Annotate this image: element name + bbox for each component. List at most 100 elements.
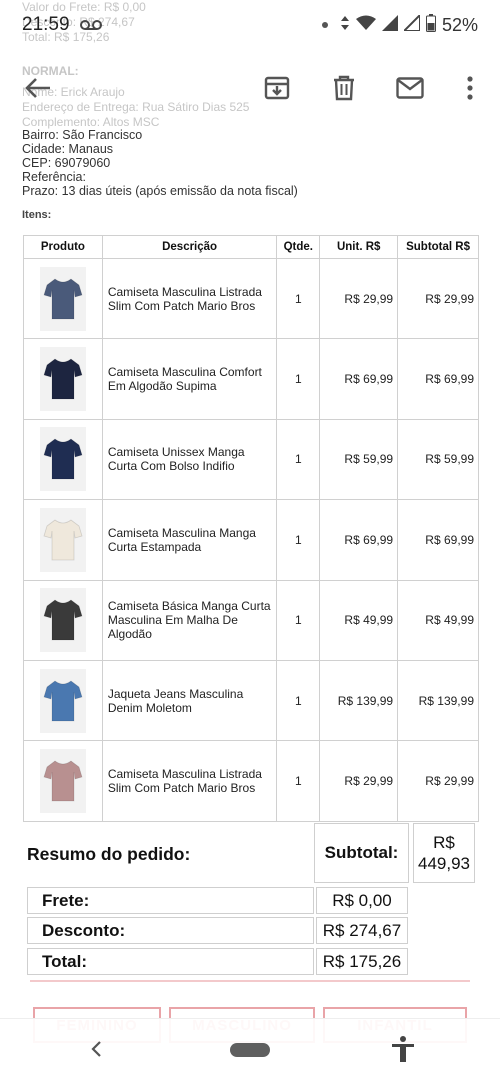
trash-icon	[334, 75, 354, 101]
items-label: Itens:	[22, 209, 52, 221]
product-unit-price: R$ 29,99	[319, 257, 399, 340]
striped-shirt-icon[interactable]	[39, 266, 86, 331]
frete-label-cell: Frete:	[27, 887, 314, 914]
denim-jacket-icon[interactable]	[39, 668, 86, 733]
product-description: Camiseta Masculina Listrada Slim Com Pat…	[101, 257, 278, 340]
product-description: Camiseta Unissex Manga Curta Com Bolso I…	[101, 418, 278, 501]
striped-red-shirt-icon[interactable]	[39, 749, 86, 814]
product-subtotal: R$ 29,99	[397, 740, 479, 822]
model-navy-shirt-icon[interactable]	[39, 347, 86, 412]
header-subtotal: Subtotal R$	[397, 235, 479, 259]
model-dark-shirt-icon[interactable]	[39, 588, 86, 653]
delivery-address: Bairro: São Francisco Cidade: Manaus CEP…	[22, 128, 298, 198]
status-time: 21:59	[22, 14, 70, 35]
subtotal-label: Subtotal:	[324, 843, 399, 862]
table-row: Camiseta Masculina Listrada Slim Com Pat…	[23, 257, 479, 340]
total-label-cell: Total:	[27, 948, 314, 975]
subtotal-label-cell: Subtotal:	[314, 823, 409, 883]
chevron-left-icon	[91, 1041, 101, 1057]
header-descricao: Descrição	[101, 235, 278, 259]
header-produto: Produto	[23, 235, 103, 259]
product-quantity: 1	[276, 418, 321, 501]
address-bairro: Bairro: São Francisco	[22, 128, 143, 142]
product-unit-price: R$ 69,99	[319, 499, 399, 581]
nav-home-pill[interactable]	[230, 1043, 270, 1057]
battery-icon	[425, 13, 436, 37]
product-unit-price: R$ 49,99	[319, 579, 399, 661]
voicemail-icon	[79, 15, 102, 36]
product-image-cell	[23, 740, 103, 822]
product-quantity: 1	[276, 257, 321, 340]
table-row: Camiseta Masculina Listrada Slim Com Pat…	[23, 740, 479, 822]
product-image-cell	[23, 499, 103, 581]
subtotal-value-cell: R$ 449,93	[413, 823, 475, 883]
product-image-cell	[23, 659, 103, 742]
more-vertical-icon	[467, 76, 473, 100]
product-unit-price: R$ 139,99	[319, 659, 399, 742]
signal-2-icon	[401, 12, 421, 36]
product-image-cell	[23, 257, 103, 340]
status-bar: 21:59 52%	[0, 0, 500, 50]
section-divider	[30, 980, 470, 982]
archive-button[interactable]	[259, 70, 295, 106]
items-table: Produto Descrição Qtde. Unit. R$ Subtota…	[23, 235, 479, 822]
printed-tshirt-icon[interactable]	[39, 507, 86, 572]
header-unit: Unit. R$	[319, 235, 399, 259]
frete-value: R$ 0,00	[332, 890, 392, 910]
table-row: Camiseta Unissex Manga Curta Com Bolso I…	[23, 418, 479, 501]
product-quantity: 1	[276, 338, 321, 420]
table-header-row: Produto Descrição Qtde. Unit. R$ Subtota…	[23, 235, 479, 259]
mark-unread-button[interactable]	[392, 70, 428, 106]
signal-icon	[381, 14, 398, 36]
accessibility-icon	[392, 1036, 414, 1062]
address-cidade: Cidade: Manaus	[22, 142, 114, 156]
product-quantity: 1	[276, 659, 321, 742]
data-arrows-icon	[340, 15, 350, 36]
address-prazo: Prazo: 13 dias úteis (após emissão da no…	[22, 184, 298, 198]
table-row: Camiseta Masculina Manga Curta Estampada…	[23, 499, 479, 581]
product-unit-price: R$ 29,99	[319, 740, 399, 822]
frete-value-cell: R$ 0,00	[316, 887, 408, 914]
more-options-button[interactable]	[452, 70, 488, 106]
product-description: Camiseta Básica Manga Curta Masculina Em…	[101, 579, 278, 661]
product-subtotal: R$ 139,99	[397, 659, 479, 742]
table-row: Camiseta Básica Manga Curta Masculina Em…	[23, 579, 479, 661]
product-image-cell	[23, 338, 103, 420]
product-unit-price: R$ 69,99	[319, 338, 399, 420]
arrow-left-icon	[25, 78, 50, 98]
product-subtotal: R$ 69,99	[397, 499, 479, 581]
product-image-cell	[23, 418, 103, 501]
wifi-icon	[355, 15, 376, 36]
product-subtotal: R$ 29,99	[397, 257, 479, 340]
total-value-cell: R$ 175,26	[316, 948, 408, 975]
product-description: Camiseta Masculina Manga Curta Estampada	[101, 499, 278, 581]
status-icons: 52%	[321, 12, 478, 37]
product-subtotal: R$ 49,99	[397, 579, 479, 661]
header-qtde: Qtde.	[276, 235, 321, 259]
mail-icon	[396, 77, 424, 99]
product-unit-price: R$ 59,99	[319, 418, 399, 501]
table-row: Camiseta Masculina Comfort Em Algodão Su…	[23, 338, 479, 420]
battery-percent: 52%	[441, 14, 478, 35]
total-label: Total:	[42, 951, 88, 971]
delete-button[interactable]	[326, 70, 362, 106]
subtotal-value: 449,93	[418, 854, 470, 873]
archive-icon	[264, 76, 290, 100]
navy-tshirt-icon[interactable]	[39, 427, 86, 492]
desconto-value: R$ 274,67	[322, 920, 402, 940]
back-button[interactable]	[20, 70, 56, 106]
address-referencia: Referência:	[22, 170, 86, 184]
address-cep: CEP: 69079060	[22, 156, 111, 170]
notification-dot-icon	[321, 22, 328, 28]
product-quantity: 1	[276, 740, 321, 822]
total-value: R$ 175,26	[322, 951, 402, 971]
subtotal-value-currency: R$	[433, 833, 455, 852]
order-summary-title: Resumo do pedido:	[27, 844, 191, 864]
accessibility-button[interactable]	[390, 1035, 416, 1063]
system-nav-bar	[0, 1018, 500, 1082]
email-toolbar	[0, 58, 500, 118]
frete-label: Frete:	[42, 890, 90, 910]
desconto-label: Desconto:	[42, 920, 126, 940]
nav-back-button[interactable]	[88, 1039, 106, 1059]
desconto-label-cell: Desconto:	[27, 917, 314, 944]
